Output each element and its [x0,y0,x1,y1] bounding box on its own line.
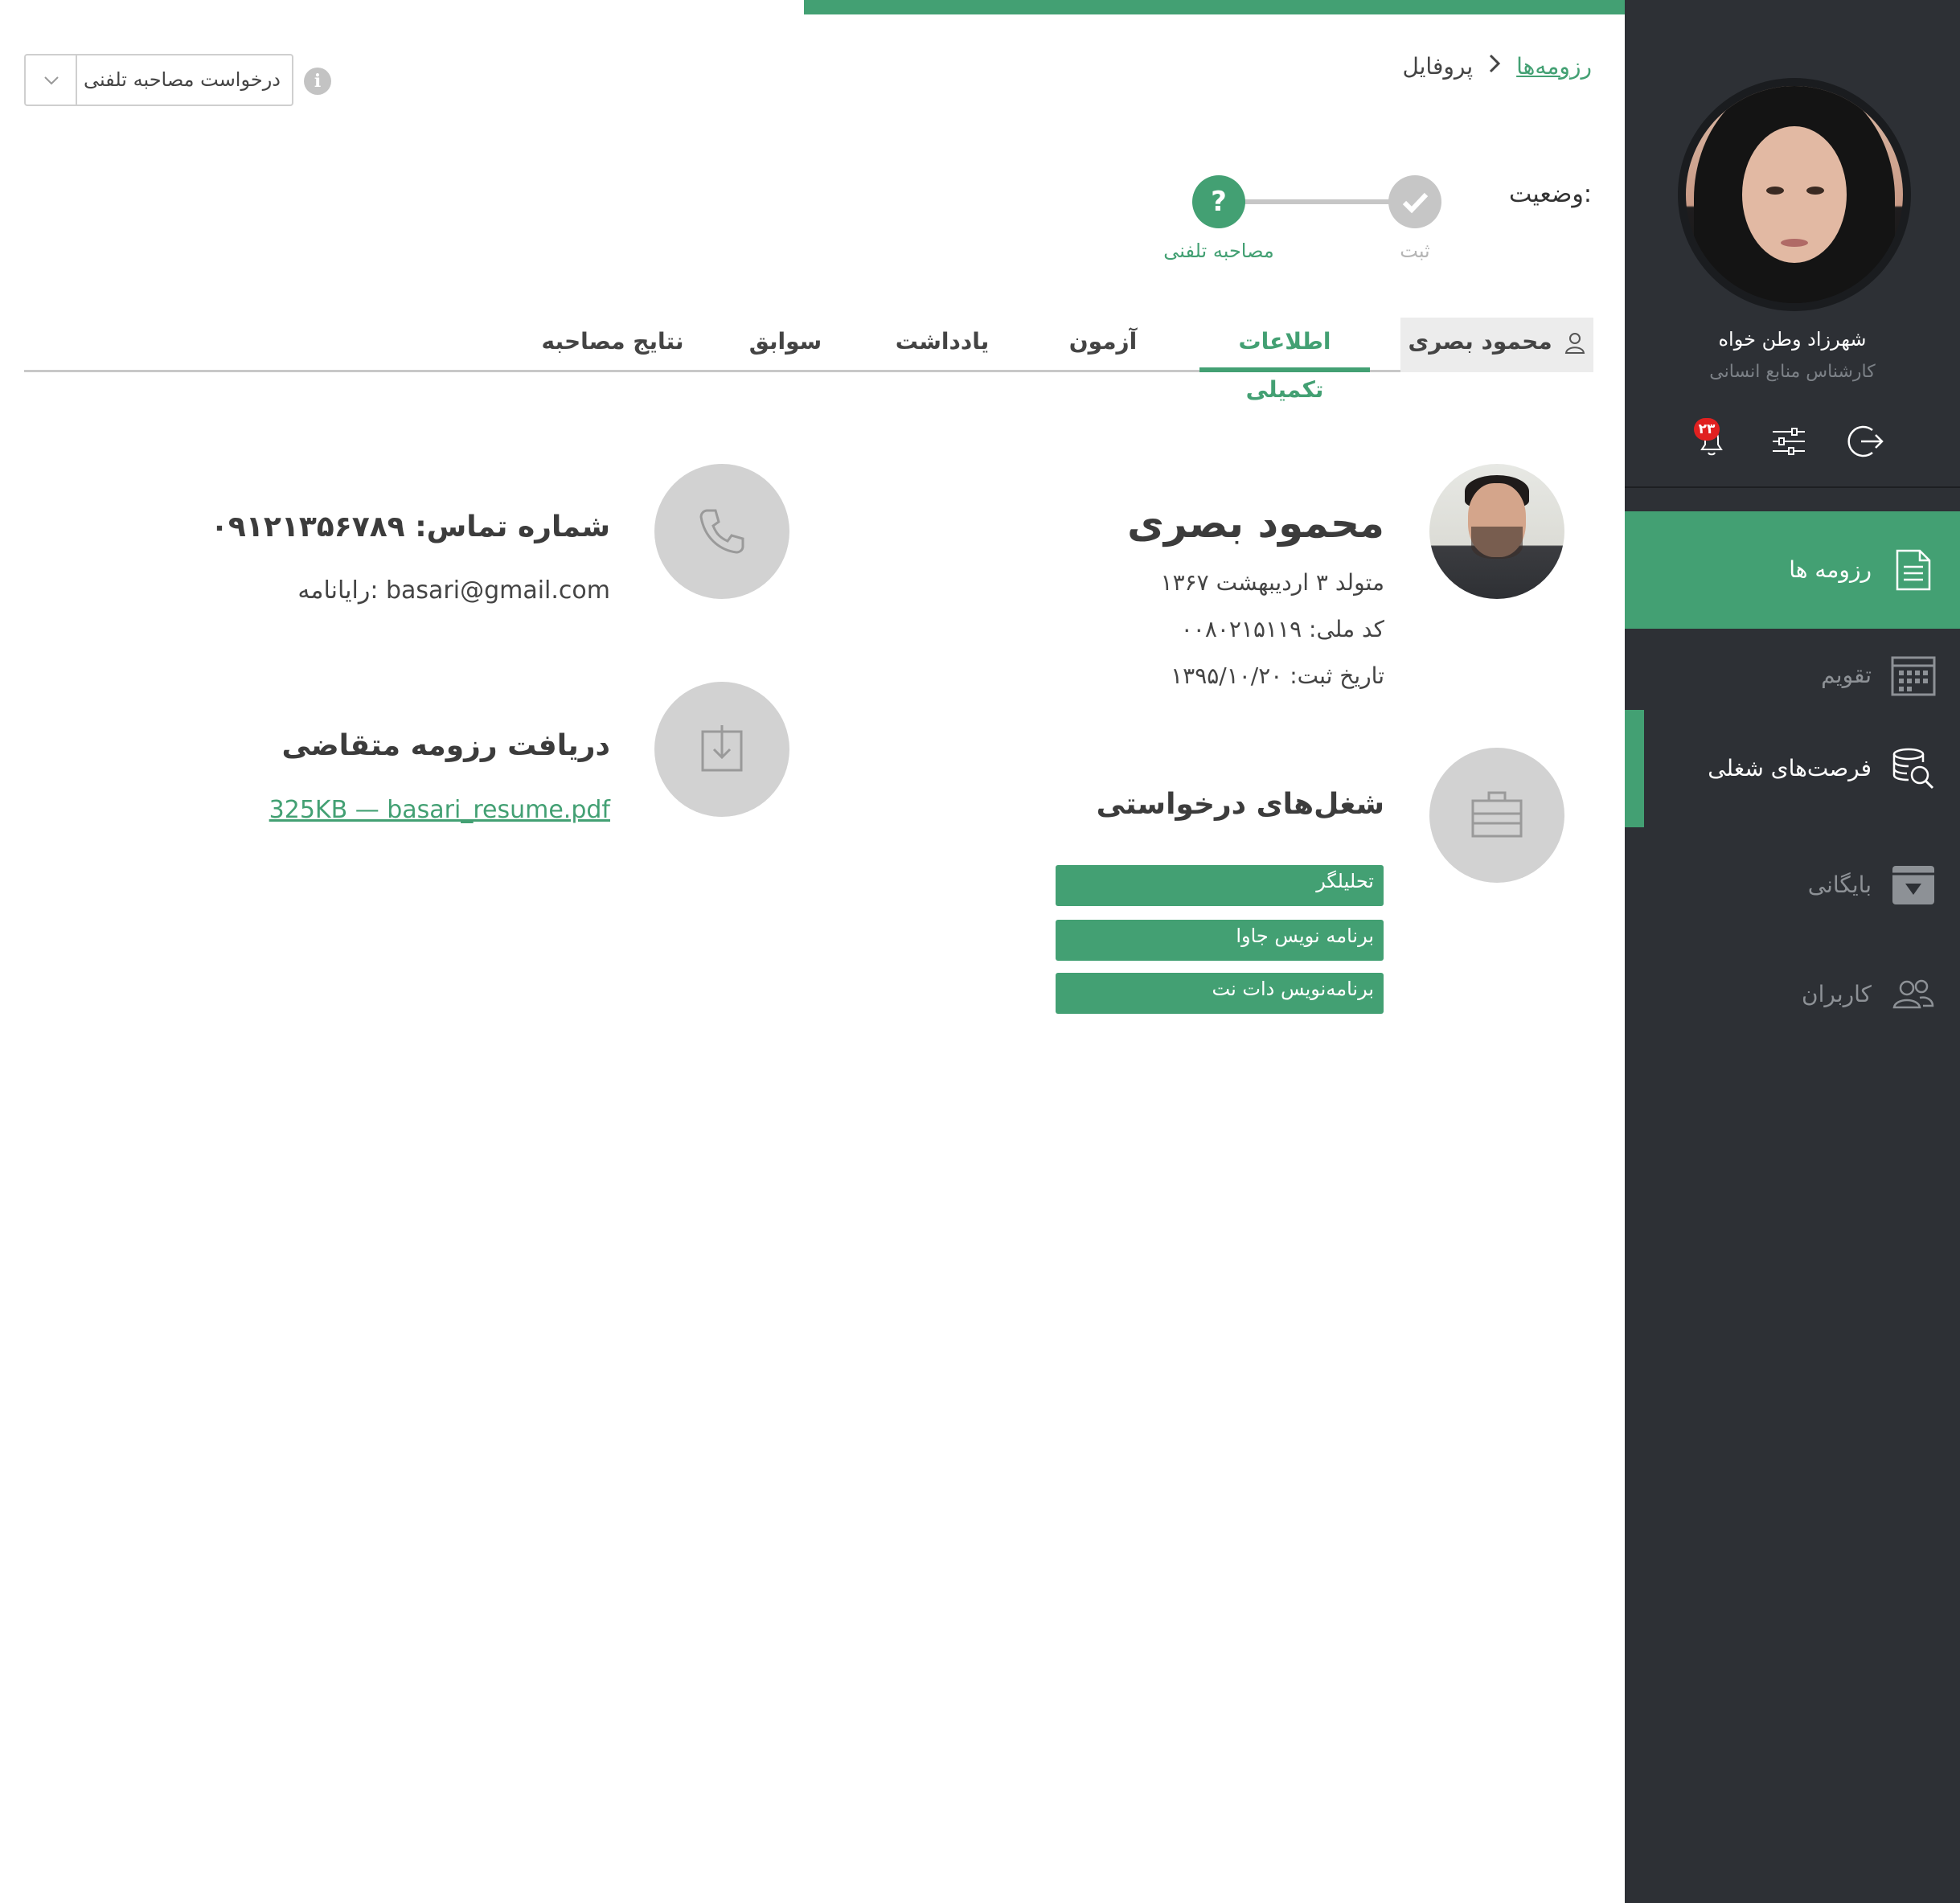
sidebar-item-label: فرصت‌های شغلی [1708,755,1872,781]
sidebar-item-label: کاربران [1802,981,1872,1007]
tab-interview-results[interactable]: نتایج مصاحبه [532,318,693,372]
step-registered-check-icon [1388,175,1441,228]
job-tag: تحلیلگر [1056,865,1384,906]
document-icon [1891,548,1936,593]
step-phone-interview-label: مصاحبه تلفنی [1163,240,1274,262]
notification-badge: ۲۳ [1694,418,1720,441]
tab-history[interactable]: سوابق [733,318,838,372]
sidebar-item-users[interactable]: کاربران [1625,942,1960,1047]
breadcrumb: رزومه‌ها پروفایل [1402,50,1592,82]
sidebar: شهرزاد وطن خواه کارشناس منابع انسانی ۲۳ … [1625,0,1960,1903]
request-action-select[interactable]: درخواست مصاحبه تلفنی [24,54,293,106]
resume-download-title: دریافت رزومه متقاضی [281,729,610,762]
job-tag: برنامه‌نویس دات نت [1056,973,1384,1014]
request-select-value: درخواست مصاحبه تلفنی [83,68,281,91]
download-icon[interactable] [654,682,789,817]
user-icon [1565,333,1585,354]
status-label: وضعیت: [1508,180,1592,208]
candidate-birth: متولد ۳ اردیبهشت ۱۳۶۷ [1160,569,1384,596]
candidate-reg-date: تاریخ ثبت: ۱۳۹۵/۱۰/۲۰ [1171,662,1384,689]
logout-icon[interactable] [1847,422,1885,461]
candidate-name: محمود بصری [1127,500,1384,547]
sidebar-toolbar [1625,422,1960,462]
user-name: شهرزاد وطن خواه [1718,328,1867,351]
tab-candidate-name-label: محمود بصری [1408,328,1552,355]
tab-notes[interactable]: یادداشت [878,318,1007,372]
sidebar-item-resumes[interactable]: رزومه ها [1625,511,1960,629]
job-tag: برنامه نویس جاوا [1056,920,1384,961]
tab-additional-info[interactable]: اطلاعات تکمیلی [1199,318,1370,403]
breadcrumb-link-resumes[interactable]: رزومه‌ها [1516,53,1592,80]
step-registered-label: ثبت [1400,240,1430,262]
user-role: کارشناس منابع انسانی [1709,362,1876,382]
chevron-right-icon [1487,52,1502,80]
contact-email: رایانامه: basari@gmail.com [297,576,610,605]
candidate-national-id: کد ملی: ۰۰۸۰۲۱۵۱۱۹ [1180,616,1384,642]
tab-exam[interactable]: آزمون [1047,318,1159,372]
calendar-icon [1891,653,1936,698]
phone-icon [654,464,789,599]
sidebar-item-archive[interactable]: بایگانی [1625,833,1960,937]
settings-sliders-icon[interactable] [1769,422,1808,461]
sidebar-item-label: رزومه ها [1789,556,1872,583]
page-progress-bar [804,0,1625,14]
requested-jobs-title: شغل‌های درخواستی [1096,788,1384,821]
step-phone-interview-question-icon: ? [1192,175,1245,228]
breadcrumb-current: پروفایل [1402,52,1474,80]
profile-tabs: محمود بصری اطلاعات تکمیلی آزمون یادداشت … [24,318,1593,403]
candidate-photo [1429,464,1564,599]
chevron-down-icon[interactable] [26,55,77,105]
resume-file-link[interactable]: 325KB — basari_resume.pdf [269,796,610,824]
archive-icon [1891,863,1936,908]
status-step-connector [1218,199,1415,204]
sidebar-item-job-opportunities[interactable]: فرصت‌های شغلی [1625,710,1960,827]
sidebar-item-label: بایگانی [1807,872,1872,898]
sidebar-divider [1625,486,1960,488]
contact-phone: شماره تماس: ۰۹۱۲۱۳۵۶۷۸۹ [210,511,610,543]
briefcase-icon [1429,748,1564,883]
users-icon [1891,972,1936,1017]
job-search-icon [1891,746,1936,791]
tab-candidate-name[interactable]: محمود بصری [1400,318,1593,372]
info-icon[interactable]: i [304,68,331,95]
user-avatar[interactable] [1678,78,1911,311]
